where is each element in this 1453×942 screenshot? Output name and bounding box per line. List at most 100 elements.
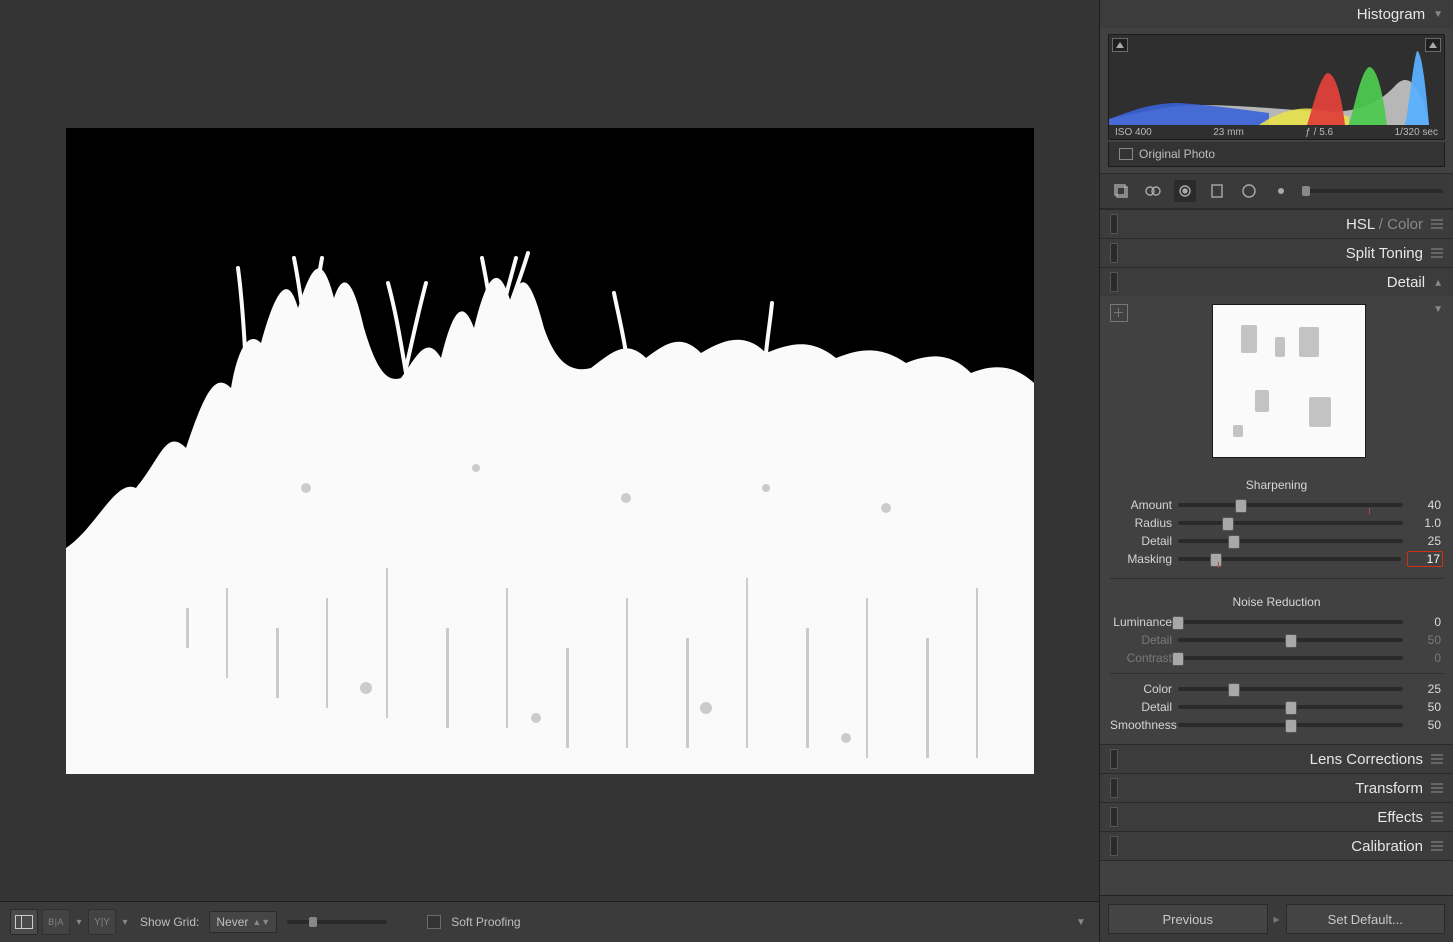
panel-switch[interactable]	[1110, 749, 1118, 769]
sharpening-label: Detail	[1110, 534, 1172, 548]
sharpening-value[interactable]: 40	[1409, 498, 1443, 512]
toolbar-options-menu[interactable]: ▼	[1073, 914, 1089, 930]
sharpening-value[interactable]: 1.0	[1409, 516, 1443, 530]
graduated-filter-tool-button[interactable]	[1206, 180, 1228, 202]
hsl-color-panel-header[interactable]: HSL / Color	[1100, 210, 1453, 238]
slider-thumb[interactable]	[1285, 719, 1297, 733]
button-divider-caret[interactable]: ▸	[1274, 904, 1280, 934]
panel-switch[interactable]	[1110, 243, 1118, 263]
redeye-tool-button[interactable]	[1174, 180, 1196, 202]
detail-target-picker[interactable]	[1110, 304, 1128, 322]
noise-reduction-row: Luminance 0	[1110, 613, 1443, 631]
slider-thumb[interactable]	[1285, 634, 1297, 648]
hsl-color-title: HSL / Color	[1346, 216, 1423, 233]
noise-reduction-value[interactable]: 50	[1409, 718, 1443, 732]
slider-thumb[interactable]	[1228, 535, 1240, 549]
noise-reduction-slider[interactable]	[1178, 723, 1403, 727]
histogram-iso: ISO 400	[1115, 127, 1152, 138]
panel-switch[interactable]	[1110, 836, 1118, 856]
noise-reduction-label: Contrast	[1110, 651, 1172, 665]
histogram-display[interactable]: ISO 400 23 mm ƒ / 5.6 1/320 sec	[1108, 34, 1445, 140]
sharpening-row: Radius1.0	[1110, 514, 1443, 532]
slider-thumb[interactable]	[1172, 652, 1184, 666]
noise-reduction-row: Color 25	[1110, 680, 1443, 698]
effects-panel-header[interactable]: Effects	[1100, 803, 1453, 831]
noise-reduction-row: Detail 50	[1110, 698, 1443, 716]
view-loupe-button[interactable]	[10, 909, 38, 935]
slider-thumb[interactable]	[1235, 499, 1247, 513]
sharpening-slider[interactable]	[1178, 521, 1403, 525]
detail-loupe-disclosure[interactable]: ▼	[1433, 304, 1443, 315]
panel-switch[interactable]	[1110, 272, 1118, 292]
slider-thumb[interactable]	[1285, 701, 1297, 715]
set-default-button[interactable]: Set Default...	[1286, 904, 1446, 934]
slider-thumb[interactable]	[1210, 553, 1222, 567]
soft-proofing-checkbox[interactable]	[427, 915, 441, 929]
noise-reduction-value[interactable]: 0	[1409, 651, 1443, 665]
histogram-panel-header[interactable]: Histogram ▼	[1100, 0, 1453, 28]
show-grid-select[interactable]: Never ▲▼	[209, 911, 277, 933]
panel-switch[interactable]	[1110, 214, 1118, 234]
noise-reduction-value[interactable]: 0	[1409, 615, 1443, 629]
noise-reduction-slider[interactable]	[1178, 687, 1403, 691]
sharpening-label: Masking	[1110, 552, 1172, 566]
split-toning-title: Split Toning	[1346, 245, 1423, 262]
tool-strip	[1100, 173, 1453, 209]
noise-reduction-slider[interactable]	[1178, 638, 1403, 642]
detail-panel-header[interactable]: Detail ▼	[1100, 268, 1453, 296]
panel-switch[interactable]	[1110, 807, 1118, 827]
sharpening-slider[interactable]	[1178, 503, 1403, 507]
calibration-title: Calibration	[1351, 838, 1423, 855]
noise-reduction-slider[interactable]	[1178, 620, 1403, 624]
histogram-focal: 23 mm	[1213, 127, 1244, 138]
crop-tool-button[interactable]	[1110, 180, 1132, 202]
sharpening-slider[interactable]	[1178, 557, 1401, 561]
noise-reduction-label: Detail	[1110, 700, 1172, 714]
previous-button[interactable]: Previous	[1108, 904, 1268, 934]
default-marker	[1369, 508, 1370, 514]
calibration-panel-header[interactable]: Calibration	[1100, 832, 1453, 860]
panel-disclosure-icon	[1431, 783, 1443, 793]
noise-reduction-value[interactable]: 25	[1409, 682, 1443, 696]
noise-reduction-label: Color	[1110, 682, 1172, 696]
split-toning-panel-header[interactable]: Split Toning	[1100, 239, 1453, 267]
slider-thumb[interactable]	[1172, 616, 1184, 630]
noise-reduction-value[interactable]: 50	[1409, 633, 1443, 647]
effects-title: Effects	[1377, 809, 1423, 826]
histogram-graph	[1109, 47, 1429, 125]
noise-reduction-label: Luminance	[1110, 615, 1172, 629]
chevron-down-icon: ▼	[1433, 9, 1443, 20]
slider-thumb[interactable]	[1228, 683, 1240, 697]
noise-reduction-slider[interactable]	[1178, 656, 1403, 660]
transform-panel-header[interactable]: Transform	[1100, 774, 1453, 802]
adjustment-brush-tool-button[interactable]	[1270, 180, 1292, 202]
sharpening-value[interactable]: 17	[1407, 551, 1443, 567]
lens-corrections-panel-header[interactable]: Lens Corrections	[1100, 745, 1453, 773]
soft-proofing-label: Soft Proofing	[451, 915, 520, 929]
tool-size-slider[interactable]	[1302, 189, 1443, 193]
sharpening-value[interactable]: 25	[1409, 534, 1443, 548]
rectangle-icon	[1119, 148, 1133, 160]
transform-title: Transform	[1355, 780, 1423, 797]
original-photo-toggle[interactable]: Original Photo	[1108, 142, 1445, 167]
view-ba-menu-caret[interactable]: ▾	[74, 917, 84, 928]
view-compare-button[interactable]: Y|Y	[88, 909, 116, 935]
detail-loupe-preview[interactable]	[1212, 304, 1366, 458]
show-grid-label: Show Grid:	[140, 915, 199, 929]
develop-panels-sidebar: Histogram ▼ ISO 400	[1099, 0, 1453, 942]
noise-reduction-value[interactable]: 50	[1409, 700, 1443, 714]
view-before-after-button[interactable]: B|A	[42, 909, 70, 935]
slider-thumb[interactable]	[1222, 517, 1234, 531]
noise-reduction-slider[interactable]	[1178, 705, 1403, 709]
sharpening-label: Amount	[1110, 498, 1172, 512]
image-canvas[interactable]	[0, 0, 1099, 901]
panel-disclosure-icon	[1431, 812, 1443, 822]
spot-removal-tool-button[interactable]	[1142, 180, 1164, 202]
grid-size-slider[interactable]	[287, 920, 387, 924]
radial-filter-tool-button[interactable]	[1238, 180, 1260, 202]
panel-switch[interactable]	[1110, 778, 1118, 798]
sharpening-row: Masking 17	[1110, 550, 1443, 568]
secondary-toolbar: B|A ▾ Y|Y ▾ Show Grid: Never ▲▼ Soft Pro…	[0, 901, 1099, 942]
view-compare-menu-caret[interactable]: ▾	[120, 917, 130, 928]
sharpening-slider[interactable]	[1178, 539, 1403, 543]
